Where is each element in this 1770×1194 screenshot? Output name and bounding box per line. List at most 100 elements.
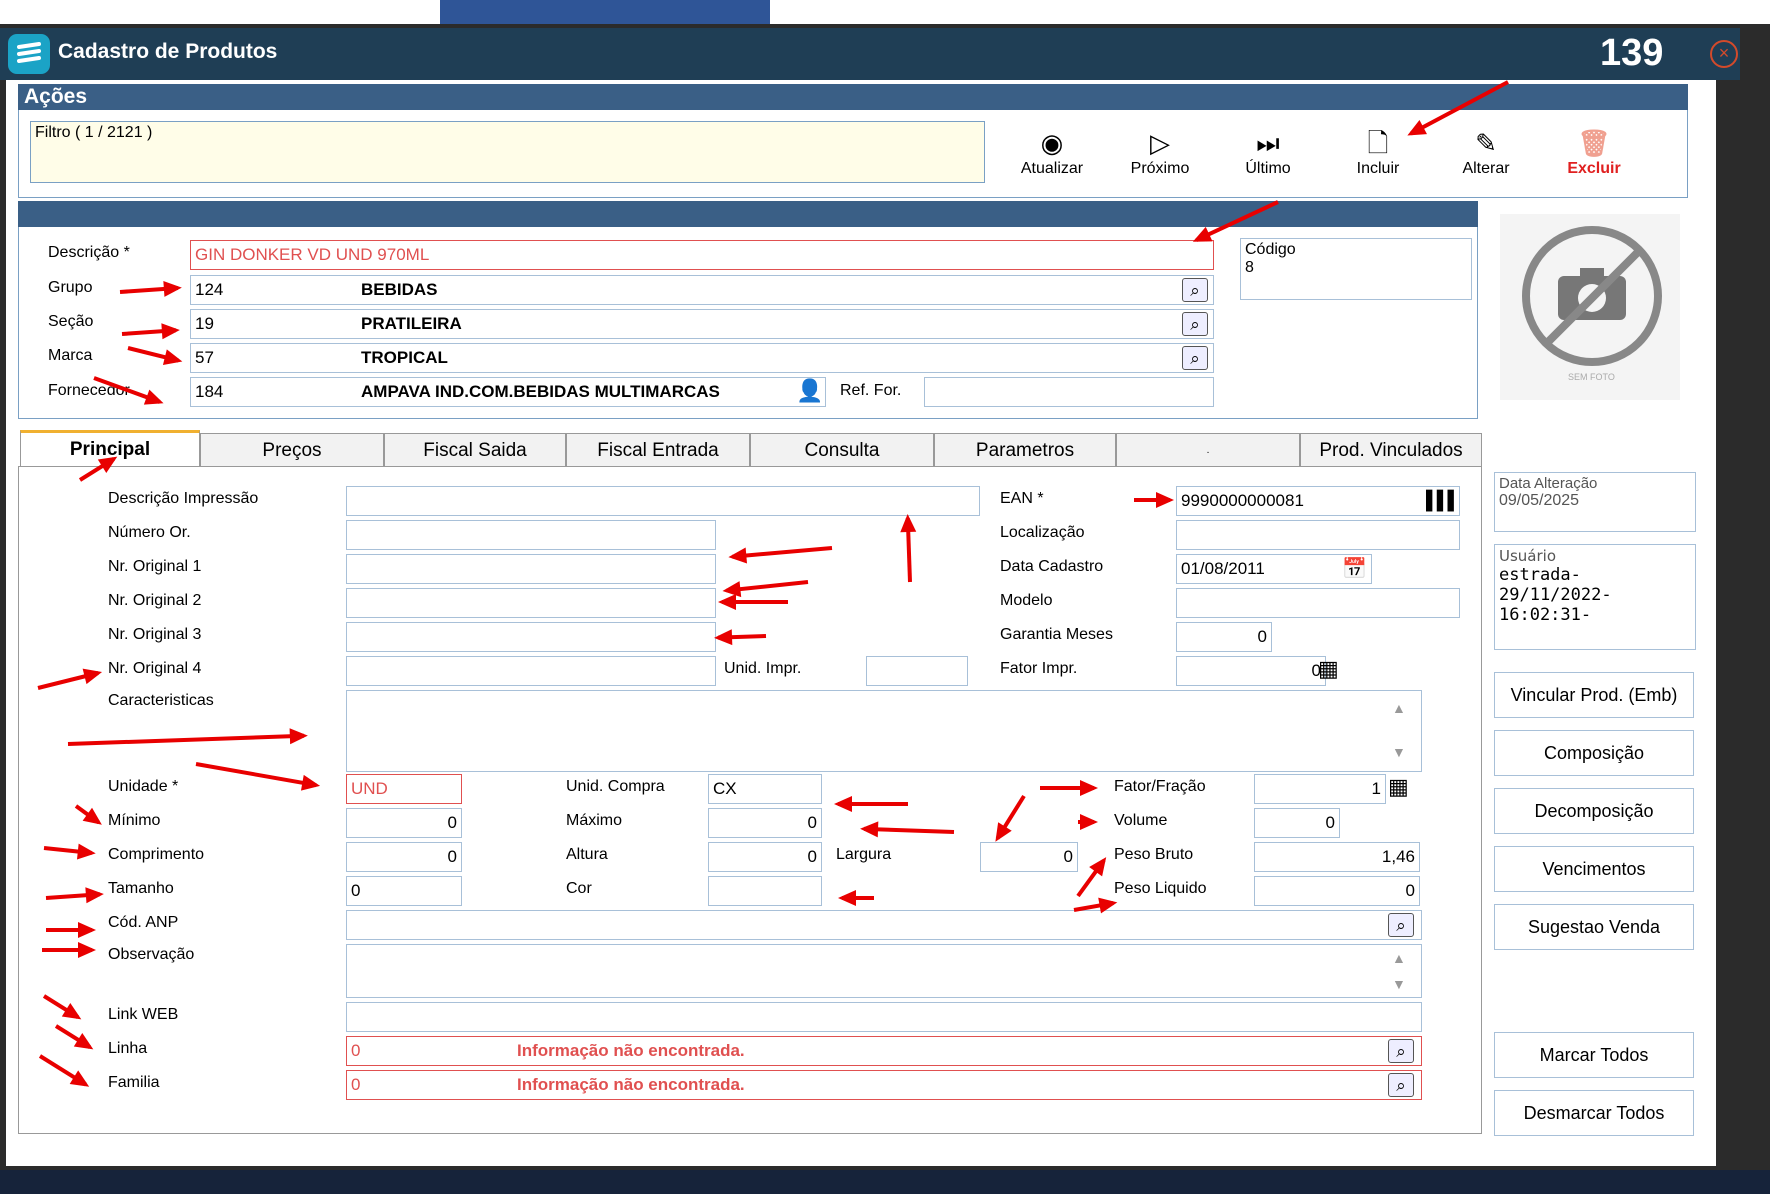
fator-fracao-label: Fator/Fração (1114, 778, 1206, 795)
annotation-arrow (1078, 814, 1098, 830)
tamanho-field[interactable]: 0 (346, 876, 462, 906)
largura-label: Largura (836, 846, 892, 863)
vencimentos-button[interactable]: Vencimentos (1494, 846, 1694, 892)
annotation-arrow (722, 600, 788, 604)
tab-consulta[interactable]: Consulta (750, 433, 934, 467)
ref-for-field[interactable] (924, 377, 1214, 407)
barcode-icon[interactable]: ▌▌▌ (1426, 490, 1460, 511)
marca-search-icon[interactable]: ⌕ (1182, 346, 1208, 370)
localizacao-field[interactable] (1176, 520, 1460, 550)
fator-impr-field[interactable]: 0 (1176, 656, 1326, 686)
annotation-arrow (46, 922, 96, 938)
sugestao-venda-button[interactable]: Sugestao Venda (1494, 904, 1694, 950)
usuario-line: estrada- (1499, 565, 1581, 585)
garantia-meses-field[interactable]: 0 (1176, 622, 1272, 652)
comprimento-field[interactable]: 0 (346, 842, 462, 872)
data-alteracao-box: Data Alteração 09/05/2025 (1494, 472, 1696, 532)
decomposicao-button[interactable]: Decomposição (1494, 788, 1694, 834)
nr-original-2-label: Nr. Original 2 (108, 592, 202, 609)
volume-field[interactable]: 0 (1254, 808, 1340, 838)
link-web-field[interactable] (346, 1002, 1422, 1032)
annotation-arrow (1040, 780, 1098, 796)
vincular-prod-button[interactable]: Vincular Prod. (Emb) (1494, 672, 1694, 718)
taskbar (0, 1170, 1770, 1194)
grupo-field[interactable]: 124 BEBIDAS (190, 275, 1214, 305)
next-icon: ▷ (1150, 128, 1170, 158)
tamanho-label: Tamanho (108, 880, 174, 897)
atualizar-button[interactable]: ◉ Atualizar (1004, 126, 1100, 196)
grupo-label: Grupo (48, 279, 93, 296)
obs-scroll-down-icon[interactable]: ▼ (1392, 976, 1406, 992)
nr-original-2-field[interactable] (346, 588, 716, 618)
annotation-arrow (842, 896, 874, 900)
fornecedor-field[interactable]: 184 AMPAVA IND.COM.BEBIDAS MULTIMARCAS (190, 377, 826, 407)
modelo-field[interactable] (1176, 588, 1460, 618)
scroll-down-icon[interactable]: ▼ (1392, 744, 1406, 760)
marca-field[interactable]: 57 TROPICAL (190, 343, 1214, 373)
calendar-icon[interactable]: 📅 (1342, 556, 1367, 581)
ultimo-button[interactable]: ⏭ Último (1220, 126, 1316, 196)
codigo-label: Código (1245, 241, 1296, 258)
cor-label: Cor (566, 880, 592, 897)
maximo-field[interactable]: 0 (708, 808, 822, 838)
tab-blank[interactable]: . (1116, 433, 1300, 467)
close-icon[interactable]: × (1710, 40, 1738, 68)
descricao-field[interactable]: GIN DONKER VD UND 970ML (190, 240, 1214, 270)
scroll-up-icon[interactable]: ▲ (1392, 700, 1406, 716)
familia-field[interactable]: 0 Informação não encontrada. (346, 1070, 1422, 1100)
numero-or-field[interactable] (346, 520, 716, 550)
grupo-code: 124 (195, 280, 224, 299)
alterar-button[interactable]: ✎ Alterar (1438, 126, 1534, 196)
tab-prod-vinculados[interactable]: Prod. Vinculados (1300, 433, 1482, 467)
caracteristicas-field[interactable] (346, 690, 1422, 772)
annotation-arrow (838, 802, 908, 806)
nr-original-4-field[interactable] (346, 656, 716, 686)
largura-field[interactable]: 0 (980, 842, 1078, 872)
tab-fiscal-entrada[interactable]: Fiscal Entrada (566, 433, 750, 467)
altura-field[interactable]: 0 (708, 842, 822, 872)
cod-anp-field[interactable] (346, 910, 1422, 940)
observacao-field[interactable] (346, 944, 1422, 998)
nr-original-3-field[interactable] (346, 622, 716, 652)
nr-original-1-field[interactable] (346, 554, 716, 584)
marca-code: 57 (195, 348, 214, 367)
peso-bruto-field[interactable]: 1,46 (1254, 842, 1420, 872)
linha-field[interactable]: 0 Informação não encontrada. (346, 1036, 1422, 1066)
fornecedor-person-icon[interactable]: 👤 (796, 378, 823, 404)
fator-calculator-icon[interactable]: ▦ (1388, 774, 1409, 800)
linha-search-icon[interactable]: ⌕ (1388, 1039, 1414, 1063)
calculator-icon[interactable]: ▦ (1318, 656, 1339, 682)
filter-box[interactable]: Filtro ( 1 / 2121 ) (30, 121, 985, 183)
ean-field[interactable]: 9990000000081 (1176, 486, 1460, 516)
fornecedor-name: AMPAVA IND.COM.BEBIDAS MULTIMARCAS (361, 382, 720, 401)
cod-anp-search-icon[interactable]: ⌕ (1388, 913, 1414, 937)
secao-label: Seção (48, 313, 94, 330)
linha-code: 0 (351, 1041, 361, 1060)
familia-search-icon[interactable]: ⌕ (1388, 1073, 1414, 1097)
composicao-button[interactable]: Composição (1494, 730, 1694, 776)
peso-liquido-label: Peso Liquido (1114, 880, 1207, 897)
fator-fracao-field[interactable]: 1 (1254, 774, 1386, 804)
unidade-field[interactable]: UND (346, 774, 462, 804)
familia-label: Familia (108, 1074, 160, 1091)
unid-compra-field[interactable]: CX (708, 774, 822, 804)
comprimento-label: Comprimento (108, 846, 205, 863)
secao-search-icon[interactable]: ⌕ (1182, 312, 1208, 336)
caracteristicas-label: Caracteristicas (108, 692, 214, 709)
descricao-label: Descrição * (48, 244, 130, 261)
obs-scroll-up-icon[interactable]: ▲ (1392, 950, 1406, 966)
minimo-field[interactable]: 0 (346, 808, 462, 838)
peso-liquido-field[interactable]: 0 (1254, 876, 1420, 906)
desmarcar-todos-button[interactable]: Desmarcar Todos (1494, 1090, 1694, 1136)
marcar-todos-button[interactable]: Marcar Todos (1494, 1032, 1694, 1078)
tab-parametros[interactable]: Parametros (934, 433, 1116, 467)
descricao-impressao-field[interactable] (346, 486, 980, 516)
unid-impr-field[interactable] (866, 656, 968, 686)
cor-field[interactable] (708, 876, 822, 906)
tab-fiscal-saida[interactable]: Fiscal Saida (384, 433, 566, 467)
proximo-button[interactable]: ▷ Próximo (1112, 126, 1208, 196)
secao-field[interactable]: 19 PRATILEIRA (190, 309, 1214, 339)
tab-precos[interactable]: Preços (200, 433, 384, 467)
grupo-search-icon[interactable]: ⌕ (1182, 278, 1208, 302)
excluir-button[interactable]: 🗑 Excluir (1546, 126, 1642, 196)
